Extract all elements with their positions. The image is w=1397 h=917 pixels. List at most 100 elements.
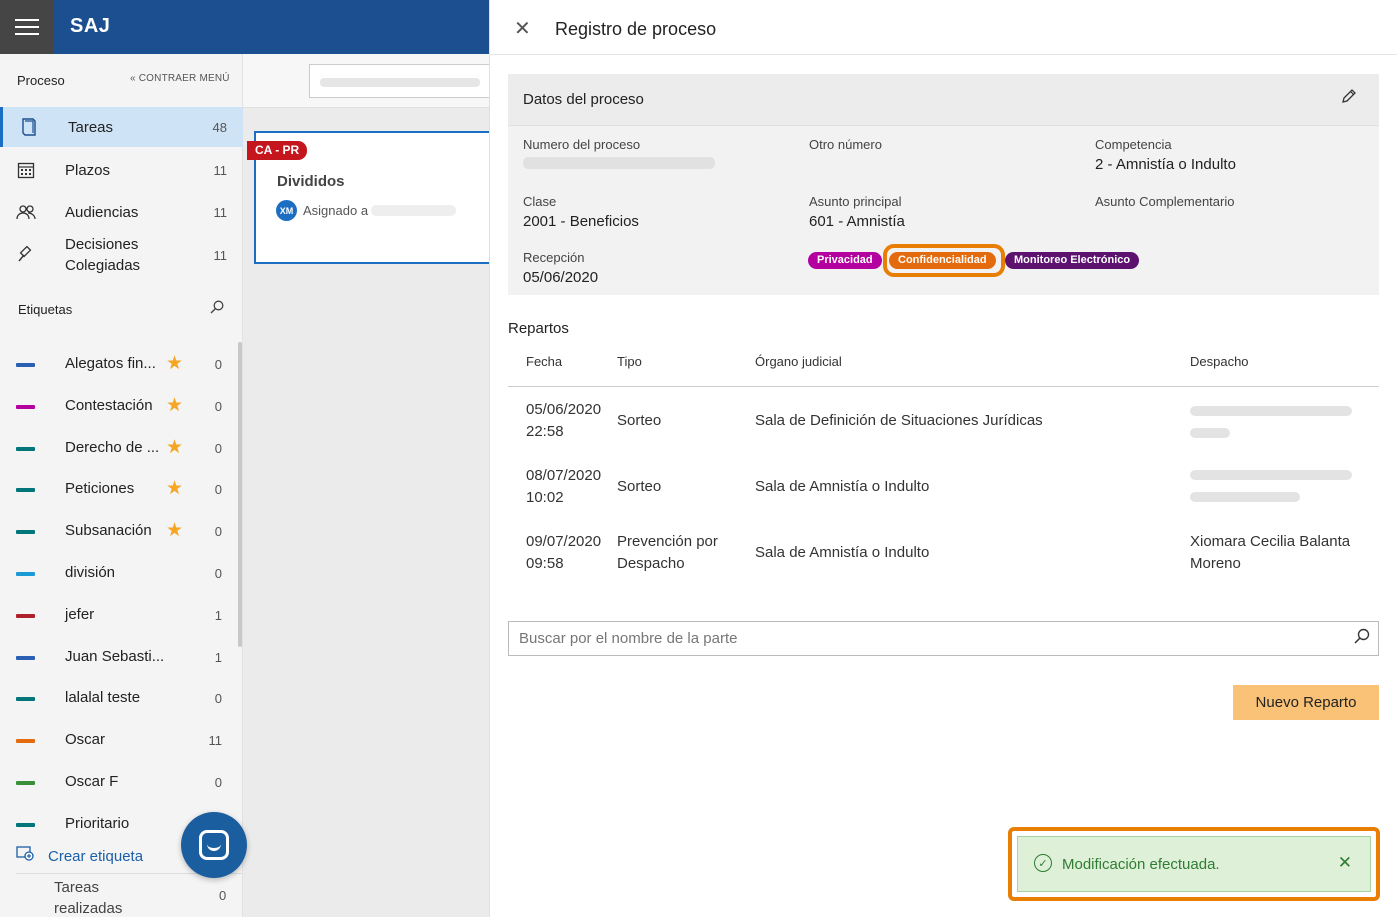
column-header-organo: Órgano judicial — [755, 354, 842, 369]
tag-pill-monitoreo[interactable]: Monitoreo Electrónico — [1005, 252, 1140, 269]
close-icon[interactable]: ✕ — [1338, 853, 1352, 873]
done-tasks-link[interactable]: Tareas realizadas — [54, 877, 154, 917]
tag-item[interactable]: jefer 1 — [0, 595, 240, 635]
tag-label: Juan Sebasti... — [65, 647, 165, 665]
tag-label: Peticiones — [65, 480, 135, 498]
star-icon[interactable]: ★ — [166, 352, 183, 375]
tags-search-button[interactable] — [210, 300, 224, 317]
create-tag-label: Crear etiqueta — [48, 848, 144, 865]
nav-item-audiencias[interactable]: Audiencias 11 — [0, 192, 243, 232]
tag-count: 11 — [208, 733, 223, 749]
tag-color-swatch — [16, 363, 35, 367]
nav-count: 48 — [212, 119, 227, 135]
new-reparto-button[interactable]: Nuevo Reparto — [1233, 685, 1379, 720]
tag-pill-privacidad[interactable]: Privacidad — [808, 252, 882, 269]
nav-item-tareas[interactable]: Tareas 48 — [0, 107, 243, 147]
tag-item[interactable]: Peticiones ★ 0 — [0, 469, 240, 509]
tag-count: 0 — [214, 398, 222, 414]
column-header-tipo: Tipo — [617, 354, 642, 369]
menu-icon — [15, 19, 39, 35]
people-icon — [16, 202, 36, 222]
tag-color-swatch — [16, 572, 35, 576]
tag-item[interactable]: Oscar 11 — [0, 720, 240, 760]
success-toast: ✓ Modificación efectuada. ✕ — [1017, 836, 1371, 892]
search-icon[interactable] — [1354, 628, 1370, 649]
field-label: Recepción — [523, 250, 585, 265]
star-icon[interactable]: ★ — [166, 394, 183, 417]
blurred-text — [320, 78, 480, 87]
cell-despacho: Moreno — [1190, 555, 1241, 572]
task-card[interactable]: CA - PR Divididos XM Asignado a — [247, 131, 494, 264]
field-label: Asunto principal — [809, 194, 902, 209]
tag-item[interactable]: Alegatos fin... ★ 0 — [0, 344, 240, 384]
section-title: Datos del proceso — [523, 91, 644, 108]
tag-item[interactable]: Oscar F 0 — [0, 762, 240, 802]
tag-item[interactable]: Subsanación ★ 0 — [0, 511, 240, 551]
nav-label: Decisiones Colegiadas — [65, 236, 141, 274]
book-icon — [19, 117, 39, 137]
chat-launcher-button[interactable] — [181, 812, 247, 878]
tag-count: 0 — [214, 775, 222, 790]
tag-count: 0 — [214, 357, 222, 372]
chat-icon — [199, 830, 229, 860]
blurred-process-number — [523, 157, 715, 169]
sidebar: Proceso « CONTRAER MENÚ Tareas 48 Plazos… — [0, 54, 243, 917]
star-icon[interactable]: ★ — [166, 436, 183, 459]
field-label: Clase — [523, 194, 557, 209]
cell-fecha: 08/07/2020 — [526, 467, 602, 484]
collapse-menu-button[interactable]: « CONTRAER MENÚ — [130, 73, 230, 84]
field-value: 2001 - Beneficios — [523, 213, 639, 230]
close-panel-button[interactable]: ✕ — [514, 16, 531, 41]
tag-color-swatch — [16, 781, 35, 785]
task-search-input[interactable] — [309, 64, 499, 98]
cell-tipo: Sorteo — [617, 478, 662, 495]
top-bar: SAJ — [0, 0, 489, 54]
tag-color-swatch — [16, 404, 35, 409]
cell-hora: 10:02 — [526, 489, 564, 506]
cell-tipo: Despacho — [617, 555, 685, 572]
tag-label: Subsanación — [65, 522, 152, 540]
tag-label: lalalal teste — [65, 689, 141, 707]
cell-hora: 22:58 — [526, 423, 564, 440]
create-tag-button[interactable]: Crear etiqueta — [16, 845, 143, 865]
party-search-input[interactable] — [509, 622, 1339, 655]
add-tag-icon — [16, 845, 36, 865]
tag-item[interactable]: Juan Sebasti... 1 — [0, 637, 240, 677]
star-icon[interactable]: ★ — [166, 519, 183, 542]
tag-item[interactable]: Contestación ★ 0 — [0, 386, 240, 426]
blurred-despacho — [1190, 492, 1300, 502]
field-label: Asunto Complementario — [1095, 194, 1235, 209]
field-value: 05/06/2020 — [523, 269, 599, 286]
tag-item[interactable]: Derecho de ... ★ 0 — [0, 428, 240, 468]
sidebar-scrollbar[interactable] — [238, 342, 242, 647]
panel-divider — [490, 54, 1397, 55]
process-panel: ✕ Registro de proceso Datos del proceso … — [489, 0, 1397, 917]
nav-item-plazos[interactable]: Plazos 11 — [0, 150, 243, 190]
cell-tipo: Sorteo — [617, 412, 662, 429]
edit-button[interactable] — [1341, 88, 1357, 109]
cell-organo: Sala de Amnistía o Indulto — [755, 478, 930, 495]
cell-organo: Sala de Definición de Situaciones Jurídi… — [755, 412, 1043, 429]
column-header-despacho: Despacho — [1190, 354, 1249, 369]
blurred-assignee — [371, 205, 456, 216]
task-list-area: CA - PR Divididos XM Asignado a — [243, 54, 499, 917]
process-data-header: Datos del proceso — [508, 74, 1379, 126]
cell-fecha: 05/06/2020 — [526, 401, 602, 418]
tag-item[interactable]: división 0 — [0, 553, 240, 593]
tag-label: Alegatos fin... — [65, 355, 156, 372]
tag-item[interactable]: lalalal teste 0 — [0, 678, 240, 718]
calendar-icon — [16, 160, 36, 180]
nav-label: Audiencias — [65, 203, 139, 221]
search-icon — [210, 300, 224, 314]
repartos-title: Repartos — [508, 320, 569, 337]
panel-title: Registro de proceso — [555, 19, 717, 39]
toast-message: Modificación efectuada. — [1062, 856, 1220, 873]
app-brand[interactable]: SAJ — [70, 15, 110, 38]
hamburger-menu-button[interactable] — [0, 0, 54, 54]
star-icon[interactable]: ★ — [166, 477, 183, 500]
blurred-despacho — [1190, 406, 1352, 416]
avatar: XM — [276, 200, 297, 221]
tag-pill-confidencialidad[interactable]: Confidencialidad — [889, 252, 996, 269]
nav-item-decisiones[interactable]: Decisiones Colegiadas 11 — [0, 234, 243, 276]
nav-count: 11 — [213, 204, 228, 220]
